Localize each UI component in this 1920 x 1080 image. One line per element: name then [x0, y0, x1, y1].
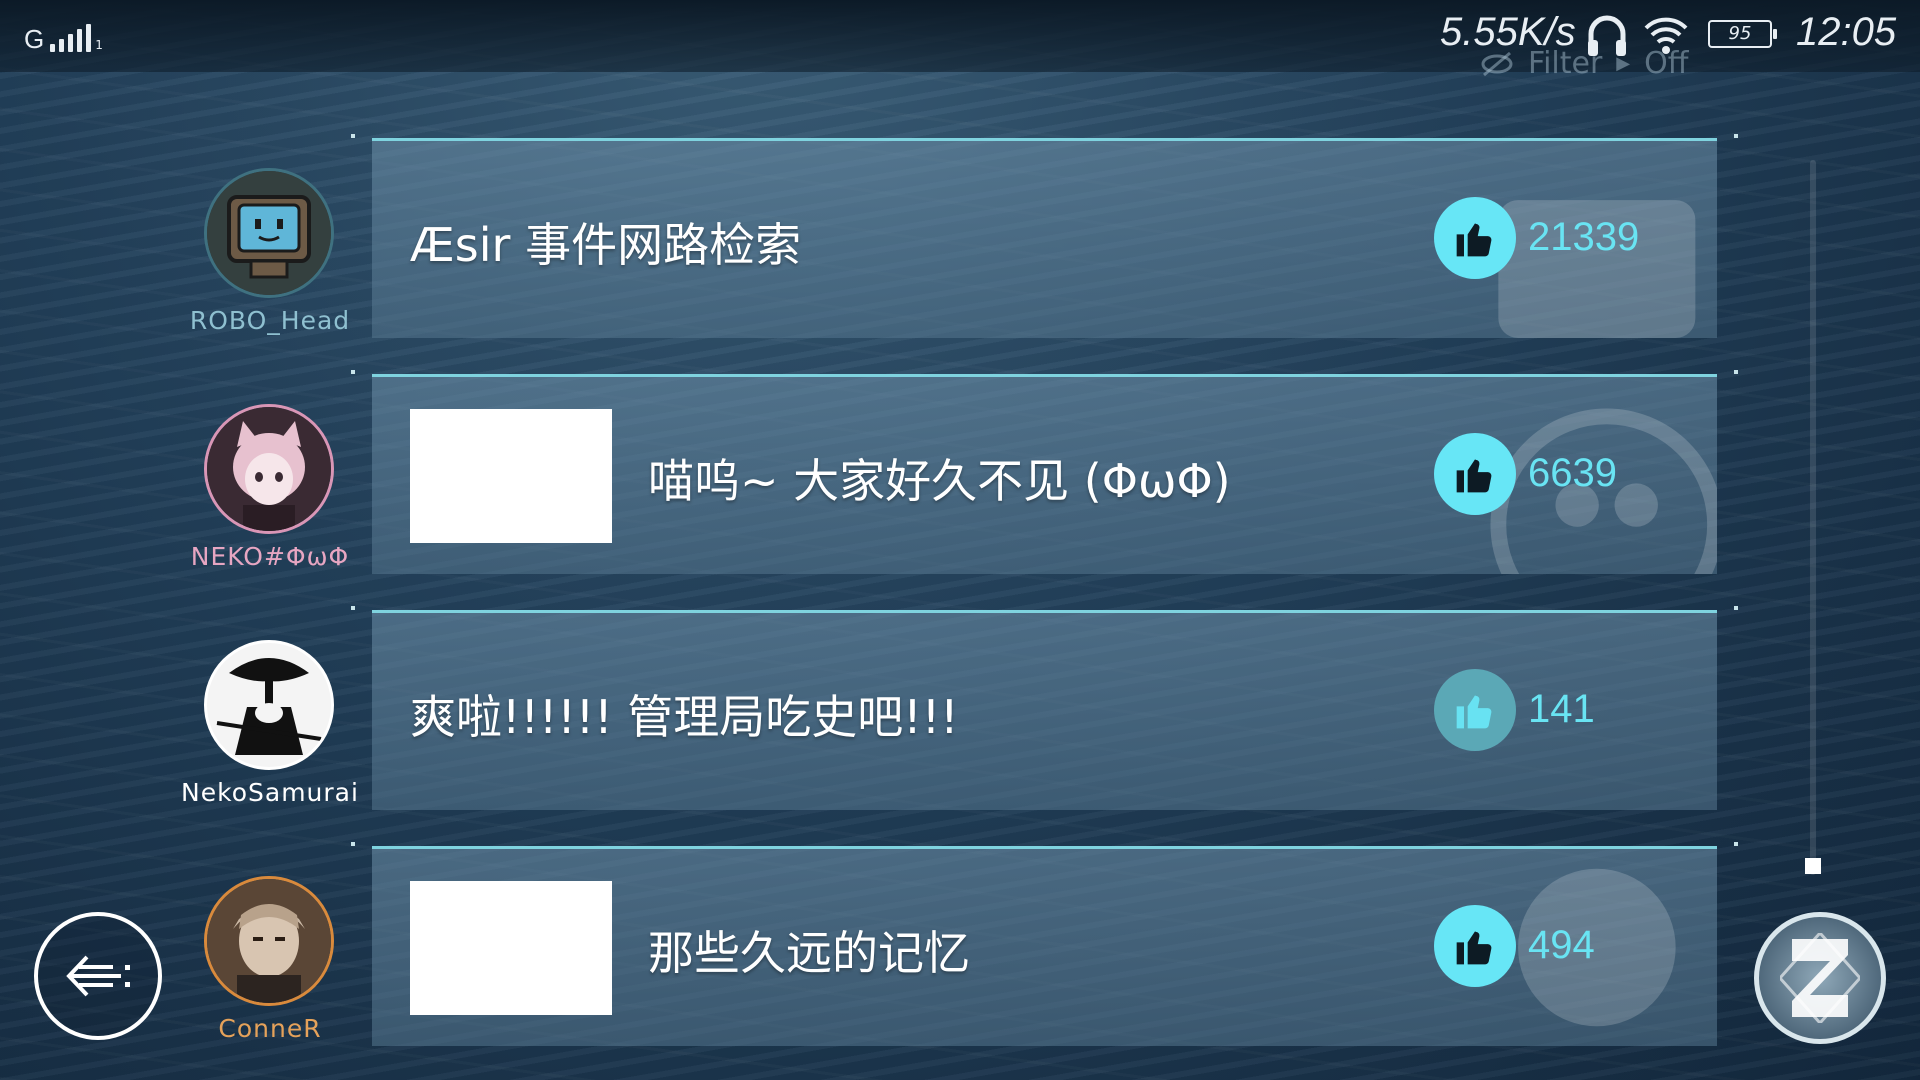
post-row[interactable]: ROBO_Head Æsir 事件网路检索 21339 [0, 128, 1920, 364]
thumbs-up-icon [1456, 931, 1492, 965]
avatar-neko[interactable] [204, 404, 334, 534]
signal-icon: G 1 [24, 20, 103, 52]
thumbs-up-icon [1456, 459, 1492, 493]
scrollbar-thumb[interactable] [1805, 858, 1821, 874]
post-card[interactable]: 爽啦!!!!!! 管理局吃史吧!!! 141 [372, 610, 1717, 810]
post-row[interactable]: ConneR 那些久远的记忆 494 [0, 836, 1920, 1072]
signal-label: G [24, 24, 45, 54]
signal-sub: 1 [95, 38, 103, 52]
thumbs-up-icon [1456, 223, 1492, 257]
samurai-avatar-image [207, 643, 331, 767]
like-button[interactable] [1434, 197, 1516, 279]
robot-avatar-image [207, 171, 331, 295]
post-title: 爽啦!!!!!! 管理局吃史吧!!! [410, 690, 959, 744]
back-button[interactable] [34, 912, 162, 1040]
username[interactable]: NekoSamurai [150, 778, 390, 807]
like-button[interactable] [1434, 433, 1516, 515]
like-button[interactable] [1434, 905, 1516, 987]
like-count: 141 [1528, 687, 1595, 731]
post-row[interactable]: NekoSamurai 爽啦!!!!!! 管理局吃史吧!!! 141 [0, 600, 1920, 836]
post-card[interactable]: 那些久远的记忆 494 [372, 846, 1717, 1046]
post-image[interactable] [410, 881, 612, 1015]
scrollbar-track[interactable] [1810, 160, 1816, 875]
avatar-neko-samurai[interactable] [204, 640, 334, 770]
post-title: 喵呜~ 大家好久不见 (ΦωΦ) [648, 454, 1231, 508]
battery-level: 95 [1728, 23, 1752, 44]
cat-girl-avatar-image [207, 407, 331, 531]
like-count: 494 [1528, 923, 1595, 967]
filter-state: Off [1644, 46, 1689, 81]
back-arrow-icon [66, 955, 130, 997]
post-image[interactable] [410, 409, 612, 543]
emblem-icon [1780, 933, 1860, 1023]
conner-avatar-image [207, 879, 331, 1003]
post-title: 那些久远的记忆 [648, 926, 970, 980]
avatar-robo-head[interactable] [204, 168, 334, 298]
eye-off-icon [1481, 51, 1513, 76]
battery-icon: 95 [1708, 20, 1777, 48]
username[interactable]: ConneR [150, 1014, 390, 1043]
avatar-conner[interactable] [204, 876, 334, 1006]
clock: 12:05 [1796, 10, 1897, 54]
post-row[interactable]: NEKO#ΦωΦ 喵呜~ 大家好久不见 (ΦωΦ) 6639 [0, 364, 1920, 600]
filter-toggle[interactable]: Filter ▶ Off [1480, 46, 1688, 81]
chevron-right-icon: ▶ [1616, 53, 1631, 74]
post-title: Æsir 事件网路检索 [410, 218, 802, 272]
thumbs-up-icon [1456, 695, 1492, 729]
like-button[interactable] [1434, 669, 1516, 751]
like-count: 6639 [1528, 451, 1617, 495]
filter-label: Filter [1528, 46, 1603, 81]
post-card[interactable]: 喵呜~ 大家好久不见 (ΦωΦ) 6639 [372, 374, 1717, 574]
username[interactable]: NEKO#ΦωΦ [150, 542, 390, 571]
emblem-button[interactable] [1754, 912, 1886, 1044]
like-count: 21339 [1528, 215, 1640, 259]
post-card[interactable]: Æsir 事件网路检索 21339 [372, 138, 1717, 338]
username[interactable]: ROBO_Head [150, 306, 390, 335]
